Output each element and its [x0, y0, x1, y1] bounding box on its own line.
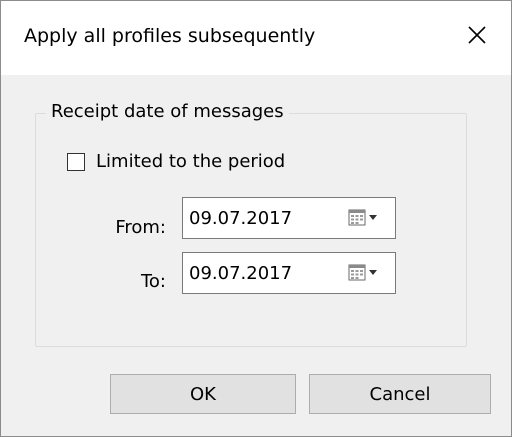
title-bar: Apply all profiles subsequently — [1, 1, 511, 75]
dialog-title: Apply all profiles subsequently — [24, 25, 316, 47]
from-label: From: — [115, 217, 166, 238]
to-label: To: — [140, 271, 166, 292]
from-date-picker[interactable]: 09.07.2017 — [182, 197, 396, 239]
calendar-dropdown-icon — [348, 264, 377, 281]
calendar-dropdown-icon — [348, 209, 377, 226]
from-calendar-button[interactable] — [345, 206, 389, 230]
ok-button[interactable]: OK — [110, 374, 296, 414]
close-icon — [468, 26, 486, 44]
to-calendar-button[interactable] — [345, 261, 389, 285]
receipt-date-groupbox: Receipt date of messages Limited to the … — [35, 100, 467, 347]
to-date-value[interactable]: 09.07.2017 — [189, 262, 292, 286]
close-button[interactable] — [447, 7, 511, 63]
limited-period-row[interactable]: Limited to the period — [67, 150, 285, 174]
to-date-picker[interactable]: 09.07.2017 — [182, 252, 396, 294]
dialog-window: Apply all profiles subsequently Receipt … — [0, 0, 512, 437]
limited-period-checkbox[interactable] — [67, 153, 85, 171]
from-date-value[interactable]: 09.07.2017 — [189, 207, 292, 231]
limited-period-label[interactable]: Limited to the period — [96, 150, 285, 174]
dialog-body: Receipt date of messages Limited to the … — [1, 75, 511, 436]
groupbox-label: Receipt date of messages — [46, 100, 289, 124]
cancel-button[interactable]: Cancel — [309, 374, 491, 414]
